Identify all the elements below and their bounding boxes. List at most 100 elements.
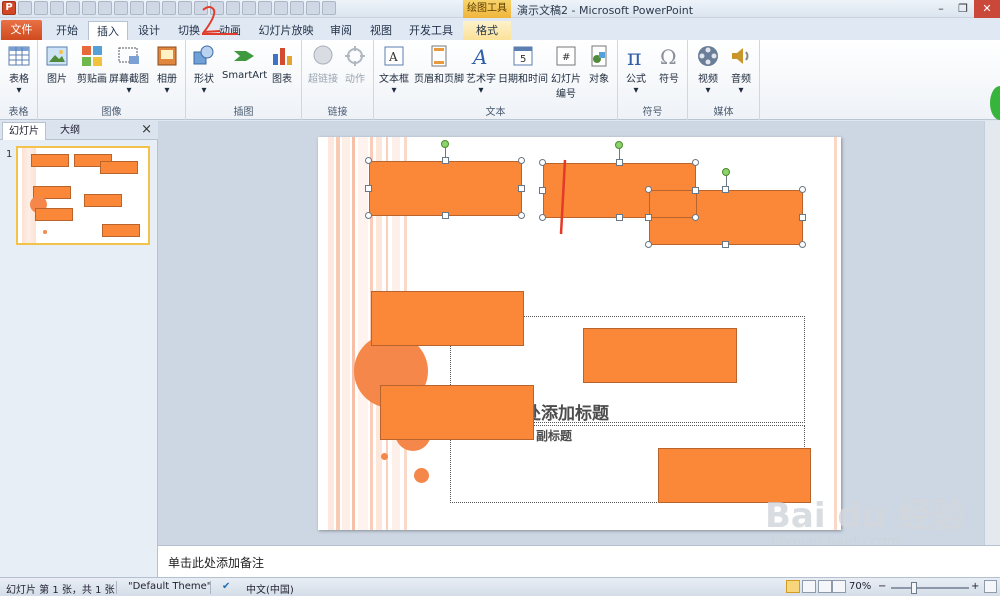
zoom-in-button[interactable]: + [971, 581, 979, 592]
resize-handle[interactable] [722, 186, 729, 193]
tab-outline[interactable]: 大纲 [54, 122, 86, 140]
slide-number-button[interactable]: # 幻灯片 编号 [548, 44, 584, 100]
rotate-handle[interactable] [441, 140, 449, 148]
textbox-button[interactable]: A 文本框 ▾ [376, 44, 412, 96]
resize-handle[interactable] [442, 157, 449, 164]
qat-tool-icon[interactable] [66, 1, 80, 15]
undo-icon[interactable] [34, 1, 48, 15]
resize-handle[interactable] [539, 159, 546, 166]
video-button[interactable]: 视频 ▾ [692, 44, 724, 96]
qat-tool-icon[interactable] [130, 1, 144, 15]
qat-tool-icon[interactable] [242, 1, 256, 15]
vertical-scrollbar[interactable] [984, 121, 1000, 545]
orange-rectangle-5[interactable] [583, 328, 737, 383]
qat-tool-icon[interactable] [146, 1, 160, 15]
notes-pane[interactable]: 单击此处添加备注 [158, 545, 1000, 577]
rotate-handle[interactable] [615, 141, 623, 149]
resize-handle[interactable] [539, 214, 546, 221]
slideshow-view-button[interactable] [832, 580, 846, 593]
slide-thumbnail[interactable] [16, 146, 150, 245]
qat-tool-icon[interactable] [82, 1, 96, 15]
close-button[interactable]: ✕ [974, 0, 1000, 18]
resize-handle[interactable] [365, 185, 372, 192]
header-footer-button[interactable]: 页眉和页脚 [414, 44, 464, 85]
resize-handle[interactable] [518, 157, 525, 164]
picture-button[interactable]: 图片 [42, 44, 72, 85]
symbol-button[interactable]: Ω 符号 [654, 44, 684, 85]
tab-home[interactable]: 开始 [50, 21, 84, 40]
normal-view-button[interactable] [786, 580, 800, 593]
tab-file[interactable]: 文件 [1, 20, 42, 40]
datetime-button[interactable]: 5 日期和时间 [498, 44, 548, 85]
pane-close-icon[interactable]: × [141, 122, 152, 137]
hyperlink-button[interactable]: 超链接 [306, 44, 340, 85]
qat-tool-icon[interactable] [274, 1, 288, 15]
album-button[interactable]: 相册 ▾ [152, 44, 182, 96]
tab-view[interactable]: 视图 [364, 21, 398, 40]
resize-handle[interactable] [645, 241, 652, 248]
resize-handle[interactable] [799, 214, 806, 221]
slide-sorter-view-button[interactable] [802, 580, 816, 593]
zoom-out-button[interactable]: − [878, 581, 886, 592]
qat-tool-icon[interactable] [98, 1, 112, 15]
tab-slideshow[interactable]: 幻灯片放映 [256, 21, 316, 40]
save-icon[interactable] [18, 1, 32, 15]
resize-handle[interactable] [692, 214, 699, 221]
zoom-slider[interactable] [891, 582, 969, 594]
clipart-button[interactable]: 剪贴画 [74, 44, 110, 85]
resize-handle[interactable] [616, 159, 623, 166]
chart-label: 图表 [272, 74, 292, 85]
shapes-button[interactable]: 形状 ▾ [190, 44, 218, 96]
qat-tool-icon[interactable] [162, 1, 176, 15]
qat-tool-icon[interactable] [306, 1, 320, 15]
tab-format[interactable]: 格式 [463, 21, 511, 40]
action-button[interactable]: 动作 [340, 44, 370, 85]
tab-design[interactable]: 设计 [132, 21, 166, 40]
qat-tool-icon[interactable] [258, 1, 272, 15]
resize-handle[interactable] [365, 212, 372, 219]
resize-handle[interactable] [692, 187, 699, 194]
zoom-level[interactable]: 70% [849, 581, 871, 592]
fit-to-window-button[interactable] [984, 580, 997, 593]
screenshot-button[interactable]: 屏幕截图 ▾ [108, 44, 150, 96]
wordart-button[interactable]: A 艺术字 ▾ [464, 44, 498, 96]
chart-button[interactable]: 图表 [268, 44, 296, 85]
qat-tool-icon[interactable] [114, 1, 128, 15]
object-button[interactable]: 对象 [584, 44, 614, 85]
resize-handle[interactable] [616, 214, 623, 221]
audio-button[interactable]: 音频 ▾ [726, 44, 756, 96]
qat-tool-icon[interactable] [290, 1, 304, 15]
orange-rectangle-1[interactable] [369, 161, 522, 216]
tab-slides[interactable]: 幻灯片 [2, 122, 46, 140]
minimize-button[interactable]: – [930, 0, 952, 18]
zoom-slider-knob[interactable] [911, 582, 917, 594]
smartart-button[interactable]: SmartArt [222, 44, 267, 81]
maximize-button[interactable]: ❐ [952, 0, 974, 18]
tab-review[interactable]: 审阅 [324, 21, 358, 40]
resize-handle[interactable] [799, 241, 806, 248]
redo-icon[interactable] [50, 1, 64, 15]
qat-tool-icon[interactable] [178, 1, 192, 15]
spellcheck-icon[interactable]: ✔ [222, 581, 230, 592]
resize-handle[interactable] [692, 159, 699, 166]
resize-handle[interactable] [722, 241, 729, 248]
resize-handle[interactable] [645, 186, 652, 193]
reading-view-button[interactable] [818, 580, 832, 593]
resize-handle[interactable] [799, 186, 806, 193]
resize-handle[interactable] [365, 157, 372, 164]
qat-tool-icon[interactable] [322, 1, 336, 15]
rotate-handle[interactable] [722, 168, 730, 176]
equation-button[interactable]: π 公式 ▾ [620, 44, 652, 96]
orange-rectangle-6[interactable] [380, 385, 534, 440]
resize-handle[interactable] [442, 212, 449, 219]
tab-insert[interactable]: 插入 [88, 21, 128, 40]
orange-rectangle-4[interactable] [371, 291, 524, 346]
tab-developer[interactable]: 开发工具 [406, 21, 456, 40]
resize-handle[interactable] [518, 185, 525, 192]
resize-handle[interactable] [539, 187, 546, 194]
table-button[interactable]: 表格 ▾ [4, 44, 34, 96]
language-status[interactable]: 中文(中国) [246, 581, 294, 596]
theme-status[interactable]: "Default Theme" [128, 581, 211, 592]
resize-handle[interactable] [645, 214, 652, 221]
resize-handle[interactable] [518, 212, 525, 219]
